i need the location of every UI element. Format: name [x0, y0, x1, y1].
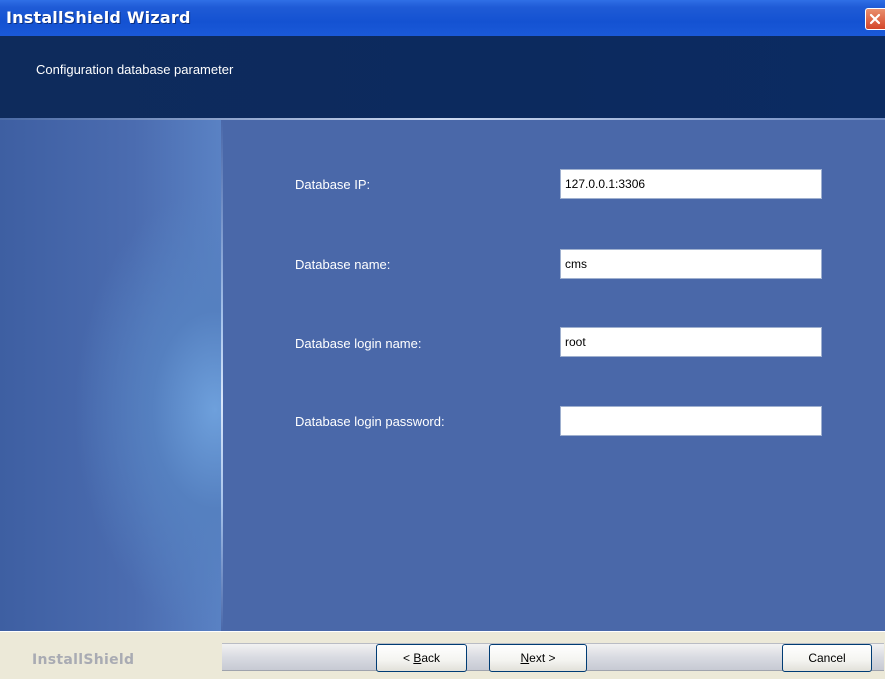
close-icon — [869, 13, 881, 25]
installshield-brand: InstallShield — [32, 652, 135, 668]
page-title: Configuration database parameter — [36, 62, 234, 77]
back-button-prefix: < — [402, 651, 414, 665]
database-name-label: Database name: — [295, 257, 391, 272]
window-title: InstallShield Wizard — [6, 8, 191, 27]
back-button-rest: ack — [421, 651, 441, 665]
next-button-accel: N — [520, 651, 530, 665]
database-login-name-label: Database login name: — [295, 336, 422, 351]
header-banner: Configuration database parameter — [0, 36, 885, 118]
database-ip-input[interactable] — [560, 169, 822, 199]
next-button-rest: ext > — [529, 651, 556, 665]
title-bar[interactable]: InstallShield Wizard — [0, 0, 885, 36]
back-button[interactable]: < Back — [376, 644, 467, 672]
cancel-button[interactable]: Cancel — [782, 644, 872, 672]
database-name-input[interactable] — [560, 249, 822, 279]
vertical-divider — [221, 120, 223, 631]
cancel-button-label: Cancel — [808, 651, 846, 665]
close-button[interactable] — [865, 8, 885, 30]
side-graphic — [0, 120, 222, 631]
database-login-password-label: Database login password: — [295, 414, 445, 429]
content-panel: Database IP: Database name: Database log… — [0, 120, 885, 631]
installshield-window: InstallShield Wizard Configuration datab… — [0, 0, 885, 679]
database-ip-label: Database IP: — [295, 177, 371, 192]
next-button[interactable]: Next > — [489, 644, 587, 672]
database-login-password-input[interactable] — [560, 406, 822, 436]
database-login-name-input[interactable] — [560, 327, 822, 357]
footer: InstallShield < Back Next > Cancel — [0, 631, 885, 679]
